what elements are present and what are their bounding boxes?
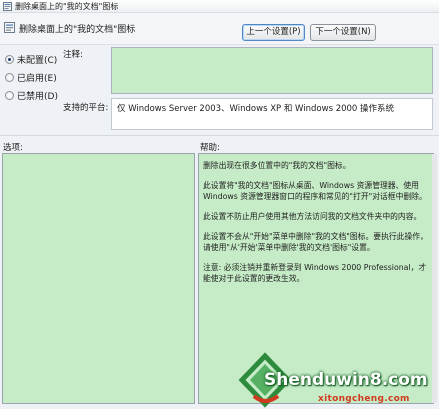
radio-button[interactable]: [5, 54, 14, 64]
next-setting-button[interactable]: 下一个设置(N): [310, 24, 376, 41]
radio-not-configured[interactable]: 未配置(C): [5, 53, 58, 66]
title-bar: 删除桌面上的"我的文档"图标: [0, 0, 439, 13]
radio-disabled[interactable]: 已禁用(D): [5, 89, 58, 102]
radio-enabled[interactable]: 已启用(E): [5, 71, 57, 84]
section-divider: [0, 135, 439, 136]
window-title: 删除桌面上的"我的文档"图标: [15, 2, 119, 11]
comment-textarea[interactable]: [111, 47, 433, 94]
watermark: Shenduwin8.com xitongcheng.com: [236, 352, 439, 409]
options-pane: [2, 153, 195, 404]
watermark-site: xitongcheng.com: [318, 394, 410, 404]
help-paragraph: 删除出现在很多位置中的"我的文档"图标。: [203, 161, 351, 170]
watermark-brand: Shenduwin8.com: [264, 370, 428, 390]
radio-label: 未配置(C): [17, 55, 58, 66]
supported-on-box: 仅 Windows Server 2003、Windows XP 和 Windo…: [111, 98, 433, 130]
radio-label: 已启用(E): [17, 73, 57, 84]
help-label: 帮助:: [200, 143, 220, 153]
help-paragraph: 此设置不防止用户使用其他方法访问我的文档文件夹中的内容。: [203, 212, 422, 221]
help-paragraph: 注意: 必须注销并重新登录到 Windows 2000 Professional…: [203, 263, 427, 283]
policy-name: 删除桌面上的"我的文档"图标: [19, 25, 136, 35]
radio-button[interactable]: [5, 72, 14, 82]
help-paragraph: 此设置不会从"开始"菜单中删除"我的文档"图标。要执行此操作，请使用"从'开始'…: [203, 232, 428, 252]
comment-label: 注释:: [63, 50, 83, 60]
previous-setting-button[interactable]: 上一个设置(P): [242, 24, 305, 41]
radio-label: 已禁用(D): [17, 91, 58, 102]
help-paragraph: 此设置将"我的文档"图标从桌面、Windows 资源管理器、使用 Windows…: [203, 181, 427, 201]
options-label: 选项:: [3, 143, 23, 153]
radio-button[interactable]: [5, 90, 14, 100]
supported-on-label: 支持的平台:: [63, 103, 109, 113]
settings-policy-icon: [4, 22, 15, 33]
policy-icon: [3, 2, 12, 11]
supported-on-value: 仅 Windows Server 2003、Windows XP 和 Windo…: [117, 104, 395, 114]
policy-editor-window: 删除桌面上的"我的文档"图标 删除桌面上的"我的文档"图标 上一个设置(P) 下…: [0, 0, 439, 409]
